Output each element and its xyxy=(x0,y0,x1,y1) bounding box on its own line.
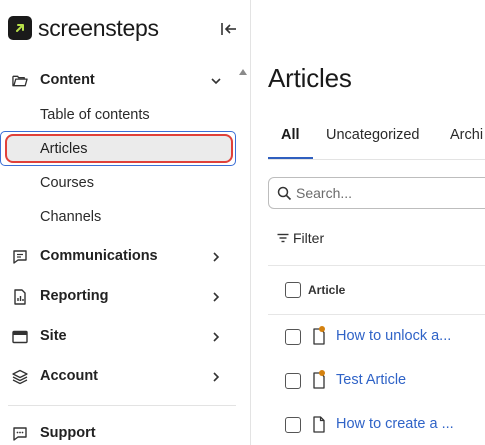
sidebar-section-label: Communications xyxy=(40,248,158,264)
sidebar-item-channels[interactable]: Channels xyxy=(40,209,101,225)
row-checkbox[interactable] xyxy=(285,329,301,345)
page-title: Articles xyxy=(268,63,352,93)
sidebar-item-courses[interactable]: Courses xyxy=(40,175,94,191)
filter-icon xyxy=(277,233,289,243)
sidebar: screensteps Content Table of contents Ar… xyxy=(0,0,250,445)
folder-icon xyxy=(12,73,28,89)
browser-icon xyxy=(12,329,28,345)
article-title-link[interactable]: Test Article xyxy=(336,372,406,388)
collapse-left-icon xyxy=(221,23,236,35)
row-checkbox[interactable] xyxy=(285,417,301,433)
sidebar-section-account[interactable]: Account xyxy=(0,362,236,390)
table-row[interactable]: How to create a ... xyxy=(268,403,485,445)
chevron-down-icon xyxy=(209,74,223,88)
article-title-link[interactable]: How to create a ... xyxy=(336,416,454,432)
sidebar-item-table-of-contents[interactable]: Table of contents xyxy=(40,107,150,123)
draft-status-dot xyxy=(319,326,325,332)
row-checkbox[interactable] xyxy=(285,373,301,389)
chevron-right-icon xyxy=(209,290,223,304)
tabs: All Uncategorized Archi xyxy=(268,125,485,159)
sidebar-section-label: Reporting xyxy=(40,288,109,304)
sidebar-section-communications[interactable]: Communications xyxy=(0,242,236,270)
sidebar-section-site[interactable]: Site xyxy=(0,322,236,350)
sidebar-section-reporting[interactable]: Reporting xyxy=(0,282,236,310)
search-input[interactable] xyxy=(296,183,485,203)
table-row[interactable]: How to unlock a... xyxy=(268,315,485,359)
filter-button[interactable]: Filter xyxy=(277,229,324,247)
chevron-right-icon xyxy=(209,370,223,384)
support-chat-icon xyxy=(12,426,28,442)
sidebar-item-articles-label: Articles xyxy=(40,141,88,157)
logo[interactable]: screensteps xyxy=(8,14,159,42)
tabs-divider xyxy=(268,159,485,160)
search-icon xyxy=(277,186,292,201)
column-header-article[interactable]: Article xyxy=(308,283,345,297)
tab-uncategorized[interactable]: Uncategorized xyxy=(326,127,420,143)
layers-icon xyxy=(12,369,28,385)
sidebar-divider xyxy=(8,405,236,406)
logo-mark-icon xyxy=(8,16,32,40)
article-title-link[interactable]: How to unlock a... xyxy=(336,328,451,344)
sidebar-item-support[interactable]: Support xyxy=(0,419,236,445)
sidebar-section-label: Content xyxy=(40,72,95,88)
tab-all[interactable]: All xyxy=(281,127,300,143)
sidebar-section-content[interactable]: Content xyxy=(0,66,236,94)
draft-status-dot xyxy=(319,370,325,376)
report-icon xyxy=(12,289,28,305)
chevron-right-icon xyxy=(209,250,223,264)
table-row[interactable]: Test Article xyxy=(268,359,485,403)
support-label: Support xyxy=(40,425,96,441)
sidebar-section-label: Account xyxy=(40,368,98,384)
search-box[interactable] xyxy=(268,177,485,209)
message-icon xyxy=(12,249,28,265)
main-content: Articles All Uncategorized Archi Filter … xyxy=(251,0,485,445)
sidebar-section-label: Site xyxy=(40,328,67,344)
chevron-right-icon xyxy=(209,330,223,344)
document-icon xyxy=(313,416,325,433)
collapse-sidebar-button[interactable] xyxy=(218,18,240,40)
select-all-checkbox[interactable] xyxy=(285,282,301,298)
filter-label: Filter xyxy=(293,230,325,246)
tab-archived[interactable]: Archi xyxy=(450,127,483,143)
table-header: Article xyxy=(268,266,485,314)
scroll-up-arrow-icon[interactable] xyxy=(238,64,248,75)
logo-text: screensteps xyxy=(38,14,159,41)
